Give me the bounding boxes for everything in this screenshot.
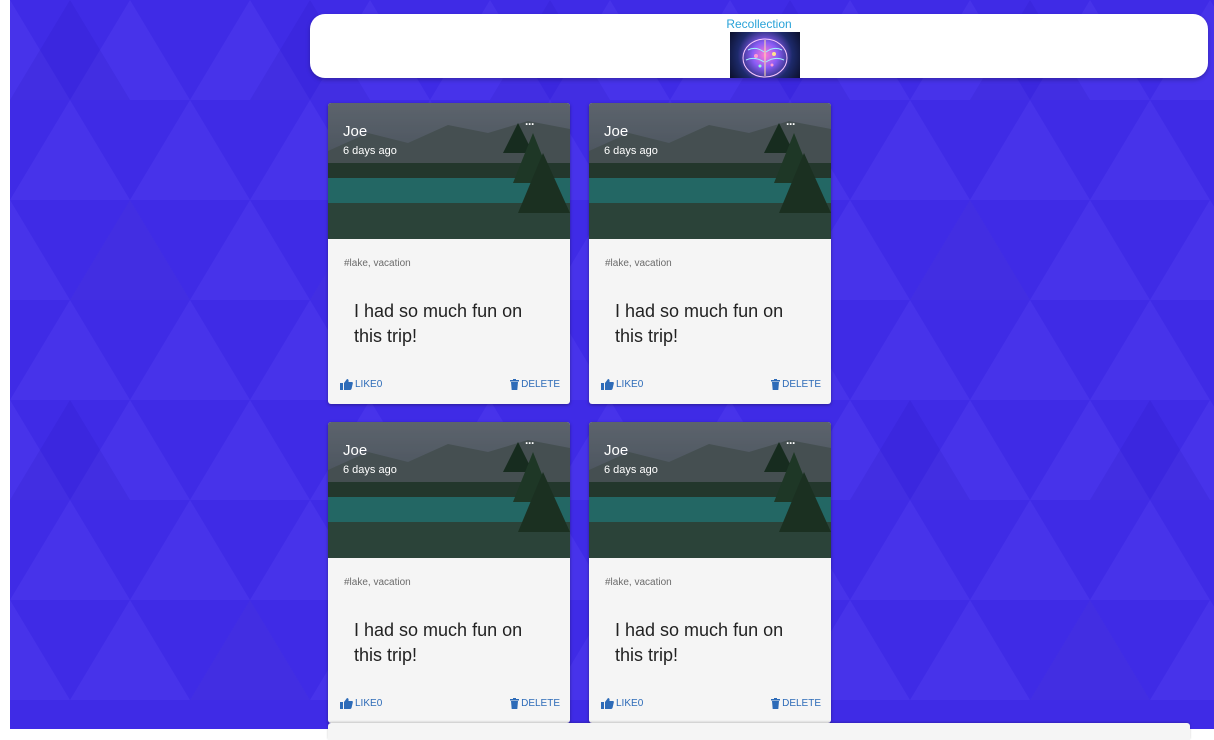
- delete-button[interactable]: DELETE: [771, 379, 821, 390]
- delete-label: DELETE: [782, 379, 821, 390]
- post-author: Joe: [343, 123, 368, 140]
- post-card: Joe 6 days ago ··· #lake, vacation I had…: [328, 103, 570, 404]
- post-author: Joe: [343, 442, 368, 459]
- like-count: 0: [637, 379, 644, 390]
- thumb-up-icon: [601, 379, 614, 390]
- post-message: I had so much fun on this trip!: [354, 620, 523, 665]
- like-button[interactable]: LIKE 0: [340, 698, 382, 709]
- like-label: LIKE: [355, 379, 377, 390]
- post-message: I had so much fun on this trip!: [354, 301, 523, 346]
- post-tags: #lake, vacation: [605, 258, 672, 269]
- post-message: I had so much fun on this trip!: [615, 620, 784, 665]
- like-button[interactable]: LIKE 0: [340, 379, 382, 390]
- more-horizontal-icon[interactable]: ···: [786, 436, 796, 450]
- post-tags: #lake, vacation: [344, 577, 411, 588]
- post-author: Joe: [604, 123, 629, 140]
- trash-icon: [771, 698, 781, 709]
- delete-label: DELETE: [521, 379, 560, 390]
- more-horizontal-icon[interactable]: ···: [525, 436, 535, 450]
- like-count: 0: [637, 698, 644, 709]
- post-image: Joe 6 days ago ···: [328, 103, 570, 239]
- trash-icon: [771, 379, 781, 390]
- post-image: Joe 6 days ago ···: [589, 103, 831, 239]
- app-title[interactable]: Recollection: [310, 17, 1208, 31]
- delete-button[interactable]: DELETE: [510, 379, 560, 390]
- post-card: Joe 6 days ago ··· #lake, vacation I had…: [589, 103, 831, 404]
- app-header: Recollection: [310, 14, 1208, 78]
- post-image: Joe 6 days ago ···: [328, 422, 570, 558]
- more-horizontal-icon[interactable]: ···: [786, 117, 796, 131]
- post-card: Joe 6 days ago ··· #lake, vacation I had…: [589, 422, 831, 723]
- post-timestamp: 6 days ago: [604, 145, 658, 157]
- post-message: I had so much fun on this trip!: [615, 301, 784, 346]
- delete-label: DELETE: [782, 698, 821, 709]
- post-tags: #lake, vacation: [605, 577, 672, 588]
- brain-logo-image: [730, 32, 800, 78]
- delete-button[interactable]: DELETE: [510, 698, 560, 709]
- delete-button[interactable]: DELETE: [771, 698, 821, 709]
- post-card: Joe 6 days ago ··· #lake, vacation I had…: [328, 422, 570, 723]
- thumb-up-icon: [340, 698, 353, 709]
- like-label: LIKE: [616, 698, 638, 709]
- more-horizontal-icon[interactable]: ···: [525, 117, 535, 131]
- post-timestamp: 6 days ago: [604, 464, 658, 476]
- trash-icon: [510, 698, 520, 709]
- post-image: Joe 6 days ago ···: [589, 422, 831, 558]
- thumb-up-icon: [601, 698, 614, 709]
- like-count: 0: [376, 379, 383, 390]
- like-label: LIKE: [616, 379, 638, 390]
- like-button[interactable]: LIKE 0: [601, 379, 643, 390]
- delete-label: DELETE: [521, 698, 560, 709]
- form-panel-edge: [328, 723, 1190, 740]
- like-button[interactable]: LIKE 0: [601, 698, 643, 709]
- post-timestamp: 6 days ago: [343, 464, 397, 476]
- like-label: LIKE: [355, 698, 377, 709]
- post-author: Joe: [604, 442, 629, 459]
- thumb-up-icon: [340, 379, 353, 390]
- post-timestamp: 6 days ago: [343, 145, 397, 157]
- like-count: 0: [376, 698, 383, 709]
- post-tags: #lake, vacation: [344, 258, 411, 269]
- trash-icon: [510, 379, 520, 390]
